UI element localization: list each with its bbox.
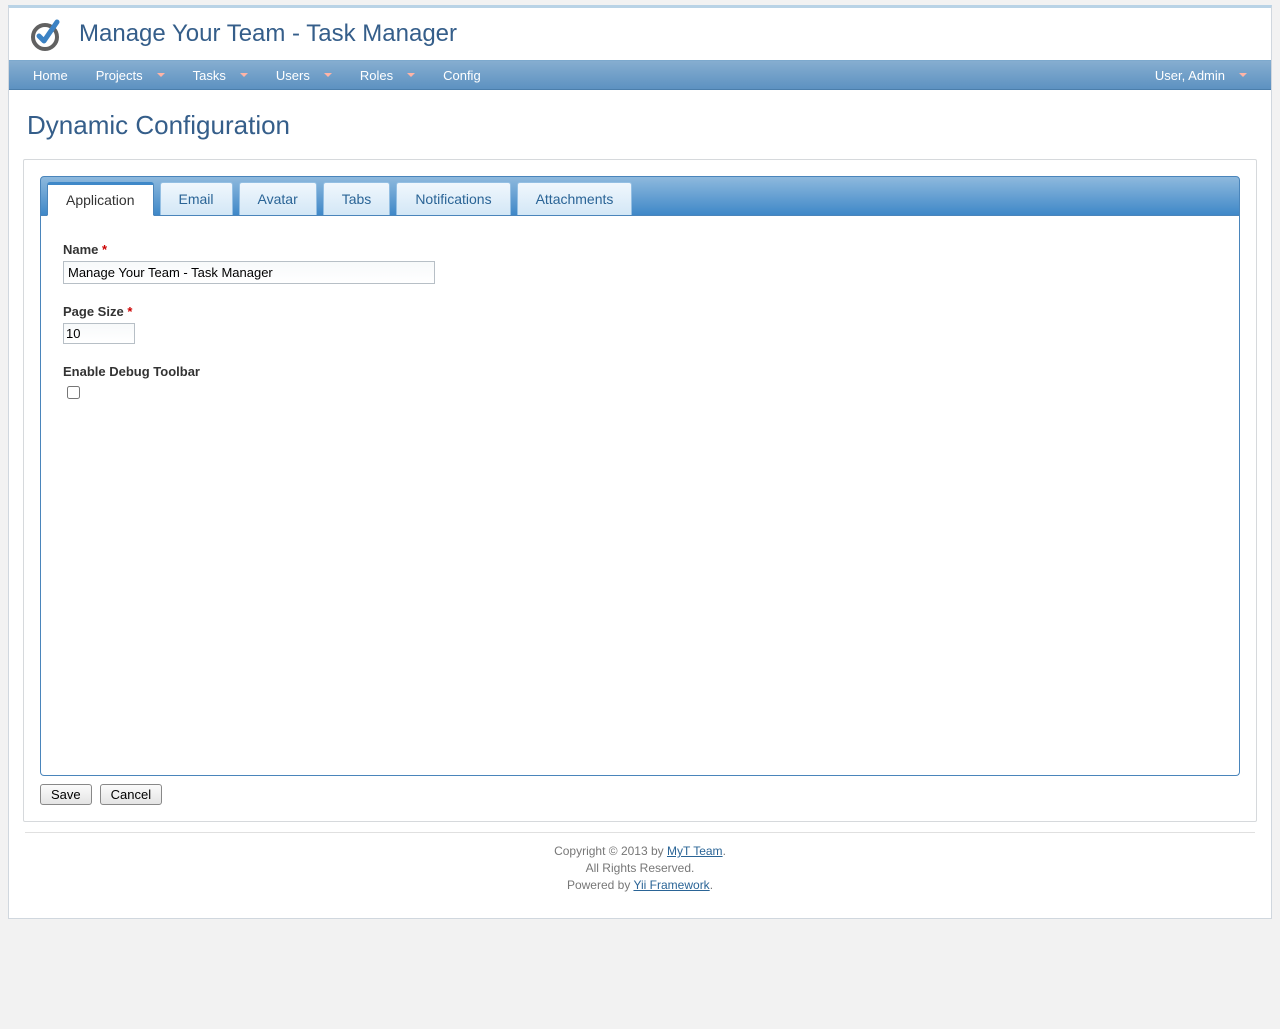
label-debug: Enable Debug Toolbar (63, 364, 1217, 379)
tab-body-application: Name * Page Size * Enable Debug Toolbar (40, 216, 1240, 776)
nav-user-menu[interactable]: User, Admin (1141, 60, 1261, 90)
field-debug: Enable Debug Toolbar (63, 364, 1217, 402)
footer-copy-suffix: . (723, 844, 726, 858)
field-name: Name * (63, 242, 1217, 284)
chevron-down-icon (407, 73, 415, 77)
tab-tabs[interactable]: Tabs (323, 182, 391, 215)
footer-team-link[interactable]: MyT Team (667, 844, 723, 858)
tab-attachments[interactable]: Attachments (517, 182, 633, 215)
input-pagesize[interactable] (63, 323, 135, 344)
nav-item-label: Users (276, 68, 310, 83)
header: Manage Your Team - Task Manager (9, 8, 1271, 60)
required-marker: * (127, 304, 132, 319)
label-name: Name * (63, 242, 1217, 257)
nav-item-config[interactable]: Config (429, 60, 495, 90)
footer-powered-suffix: . (710, 878, 713, 892)
footer-framework-link[interactable]: Yii Framework (633, 878, 709, 892)
field-pagesize: Page Size * (63, 304, 1217, 344)
nav-user-label: User, Admin (1155, 68, 1225, 83)
page-title: Dynamic Configuration (27, 110, 1257, 141)
nav-item-label: Tasks (193, 68, 226, 83)
nav-item-users[interactable]: Users (262, 60, 346, 90)
app-logo-icon (27, 16, 63, 52)
footer-powered-prefix: Powered by (567, 878, 634, 892)
chevron-down-icon (157, 73, 165, 77)
label-pagesize: Page Size * (63, 304, 1217, 319)
checkbox-debug[interactable] (67, 386, 80, 399)
footer: Copyright © 2013 by MyT Team. All Rights… (25, 832, 1255, 893)
required-marker: * (102, 242, 107, 257)
chevron-down-icon (240, 73, 248, 77)
nav-item-projects[interactable]: Projects (82, 60, 179, 90)
chevron-down-icon (1239, 73, 1247, 77)
cancel-button[interactable]: Cancel (100, 784, 162, 805)
navbar: Home Projects Tasks Users Roles Config User, … (9, 60, 1271, 90)
app-title: Manage Your Team - Task Manager (79, 20, 457, 48)
nav-item-label: Roles (360, 68, 393, 83)
nav-item-tasks[interactable]: Tasks (179, 60, 262, 90)
nav-item-label: Home (33, 68, 68, 83)
tab-avatar[interactable]: Avatar (239, 182, 317, 215)
save-button[interactable]: Save (40, 784, 92, 805)
label-pagesize-text: Page Size (63, 304, 124, 319)
tab-email[interactable]: Email (160, 182, 233, 215)
tab-notifications[interactable]: Notifications (396, 182, 510, 215)
nav-item-home[interactable]: Home (19, 60, 82, 90)
nav-item-roles[interactable]: Roles (346, 60, 429, 90)
nav-item-label: Projects (96, 68, 143, 83)
chevron-down-icon (324, 73, 332, 77)
input-name[interactable] (63, 261, 435, 284)
footer-copy-prefix: Copyright © 2013 by (554, 844, 667, 858)
tab-bar: ApplicationEmailAvatarTabsNotificationsA… (40, 176, 1240, 216)
nav-item-label: Config (443, 68, 481, 83)
tab-application[interactable]: Application (47, 182, 154, 216)
config-panel: ApplicationEmailAvatarTabsNotificationsA… (23, 159, 1257, 822)
label-name-text: Name (63, 242, 98, 257)
footer-rights: All Rights Reserved. (25, 860, 1255, 877)
